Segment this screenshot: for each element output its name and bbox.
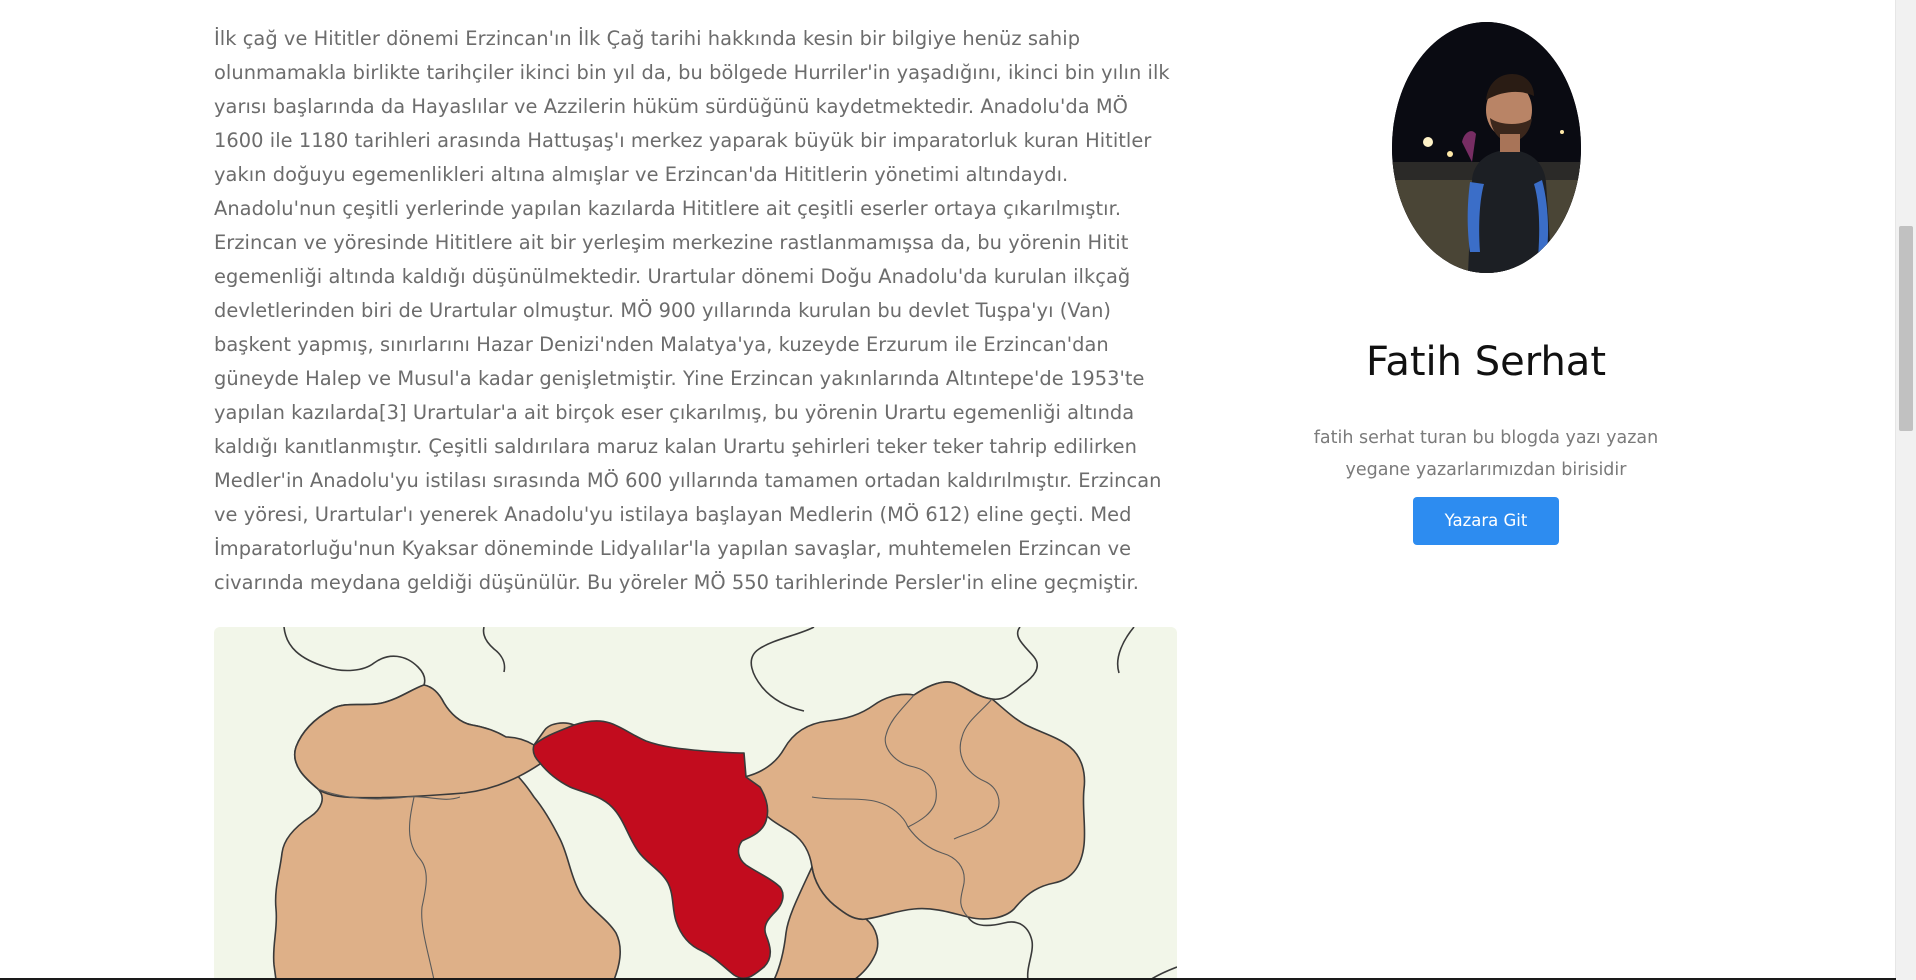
blog-post-page: İlk çağ ve Hititler dönemi Erzincan'ın İ… — [0, 0, 1916, 980]
author-name: Fatih Serhat — [1366, 339, 1606, 385]
page-scrollbar[interactable] — [1895, 0, 1916, 980]
author-photo — [1392, 22, 1581, 273]
erzincan-map-image — [214, 627, 1177, 980]
author-bio: fatih serhat turan bu blogda yazı yazan … — [1313, 428, 1659, 480]
district-east — [743, 681, 1086, 921]
article-paragraph: İlk çağ ve Hititler dönemi Erzincan'ın İ… — [214, 27, 1170, 594]
erzincan-map-svg — [272, 627, 1177, 980]
go-to-author-button[interactable]: Yazara Git — [1413, 497, 1559, 545]
article-content: İlk çağ ve Hititler dönemi Erzincan'ın İ… — [214, 22, 1179, 600]
author-avatar — [1392, 22, 1581, 273]
scrollbar-thumb[interactable] — [1899, 226, 1913, 431]
